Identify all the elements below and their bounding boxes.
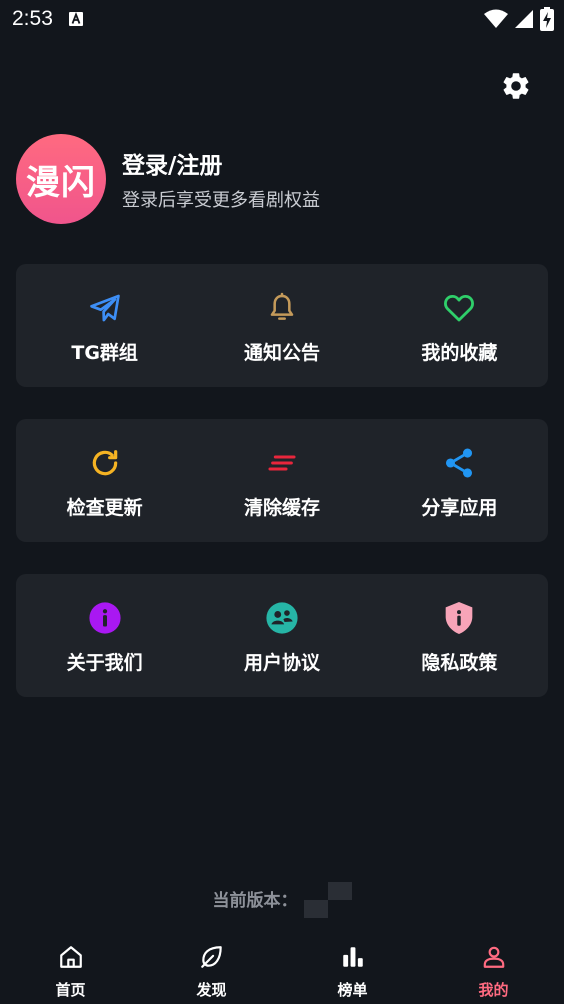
battery-charging-icon [540, 7, 554, 31]
bar-chart-icon [340, 944, 366, 974]
nav-mine[interactable]: 我的 [423, 936, 564, 1004]
wifi-icon [484, 9, 508, 29]
home-icon [58, 944, 84, 974]
version-label: 当前版本： [212, 890, 298, 911]
check-update-button[interactable]: 检查更新 [16, 419, 193, 542]
nav-ranking[interactable]: 榜单 [282, 936, 423, 1004]
a-letter-icon [68, 12, 83, 26]
signal-icon [514, 9, 534, 29]
nav-home[interactable]: 首页 [0, 936, 141, 1004]
share-app-label: 分享应用 [421, 497, 498, 519]
clear-lines-icon [264, 445, 300, 481]
profile-header[interactable]: 漫闪 登录/注册 登录后享受更多看剧权益 [16, 134, 320, 224]
heart-icon [441, 290, 477, 326]
clear-cache-button[interactable]: 清除缓存 [193, 419, 370, 542]
nav-discover[interactable]: 发现 [141, 936, 282, 1004]
shield-icon [441, 600, 477, 636]
login-title[interactable]: 登录/注册 [122, 146, 320, 180]
telegram-icon [87, 290, 123, 326]
privacy-policy-button[interactable]: 隐私政策 [371, 574, 548, 697]
status-bar: 2:53 [0, 0, 564, 38]
nav-ranking-label: 榜单 [337, 981, 368, 999]
tg-group-label: TG群组 [71, 342, 138, 364]
menu-card-2: 检查更新 清除缓存 分享应用 [16, 419, 548, 542]
menu-card-3: 关于我们 用户协议 隐私政策 [16, 574, 548, 697]
gear-icon [500, 70, 532, 106]
user-agreement-label: 用户协议 [243, 652, 320, 674]
share-app-button[interactable]: 分享应用 [371, 419, 548, 542]
bell-icon [264, 290, 300, 326]
user-agreement-button[interactable]: 用户协议 [193, 574, 370, 697]
bottom-nav: 首页 发现 榜单 我的 [0, 936, 564, 1004]
notice-label: 通知公告 [243, 342, 320, 364]
about-us-label: 关于我们 [66, 652, 143, 674]
about-us-button[interactable]: 关于我们 [16, 574, 193, 697]
nav-discover-label: 发现 [196, 981, 227, 999]
favorites-label: 我的收藏 [421, 342, 498, 364]
share-icon [441, 445, 477, 481]
settings-button[interactable] [496, 68, 536, 108]
menu-card-1: TG群组 通知公告 我的收藏 [16, 264, 548, 387]
login-subtitle: 登录后享受更多看剧权益 [122, 190, 320, 211]
check-update-label: 检查更新 [66, 497, 143, 519]
clear-cache-label: 清除缓存 [243, 497, 320, 519]
notice-button[interactable]: 通知公告 [193, 264, 370, 387]
favorites-button[interactable]: 我的收藏 [371, 264, 548, 387]
user-icon [481, 944, 507, 974]
privacy-policy-label: 隐私政策 [421, 652, 498, 674]
avatar[interactable]: 漫闪 [16, 134, 106, 224]
user-agreement-icon [264, 600, 300, 636]
nav-mine-label: 我的 [478, 981, 509, 999]
leaf-icon [199, 944, 225, 974]
nav-home-label: 首页 [55, 981, 86, 999]
info-icon [87, 600, 123, 636]
tg-group-button[interactable]: TG群组 [16, 264, 193, 387]
status-time: 2:53 [12, 7, 53, 30]
version-value-placeholder [303, 880, 352, 918]
refresh-icon [87, 445, 123, 481]
version-info: 当前版本： [0, 880, 564, 918]
